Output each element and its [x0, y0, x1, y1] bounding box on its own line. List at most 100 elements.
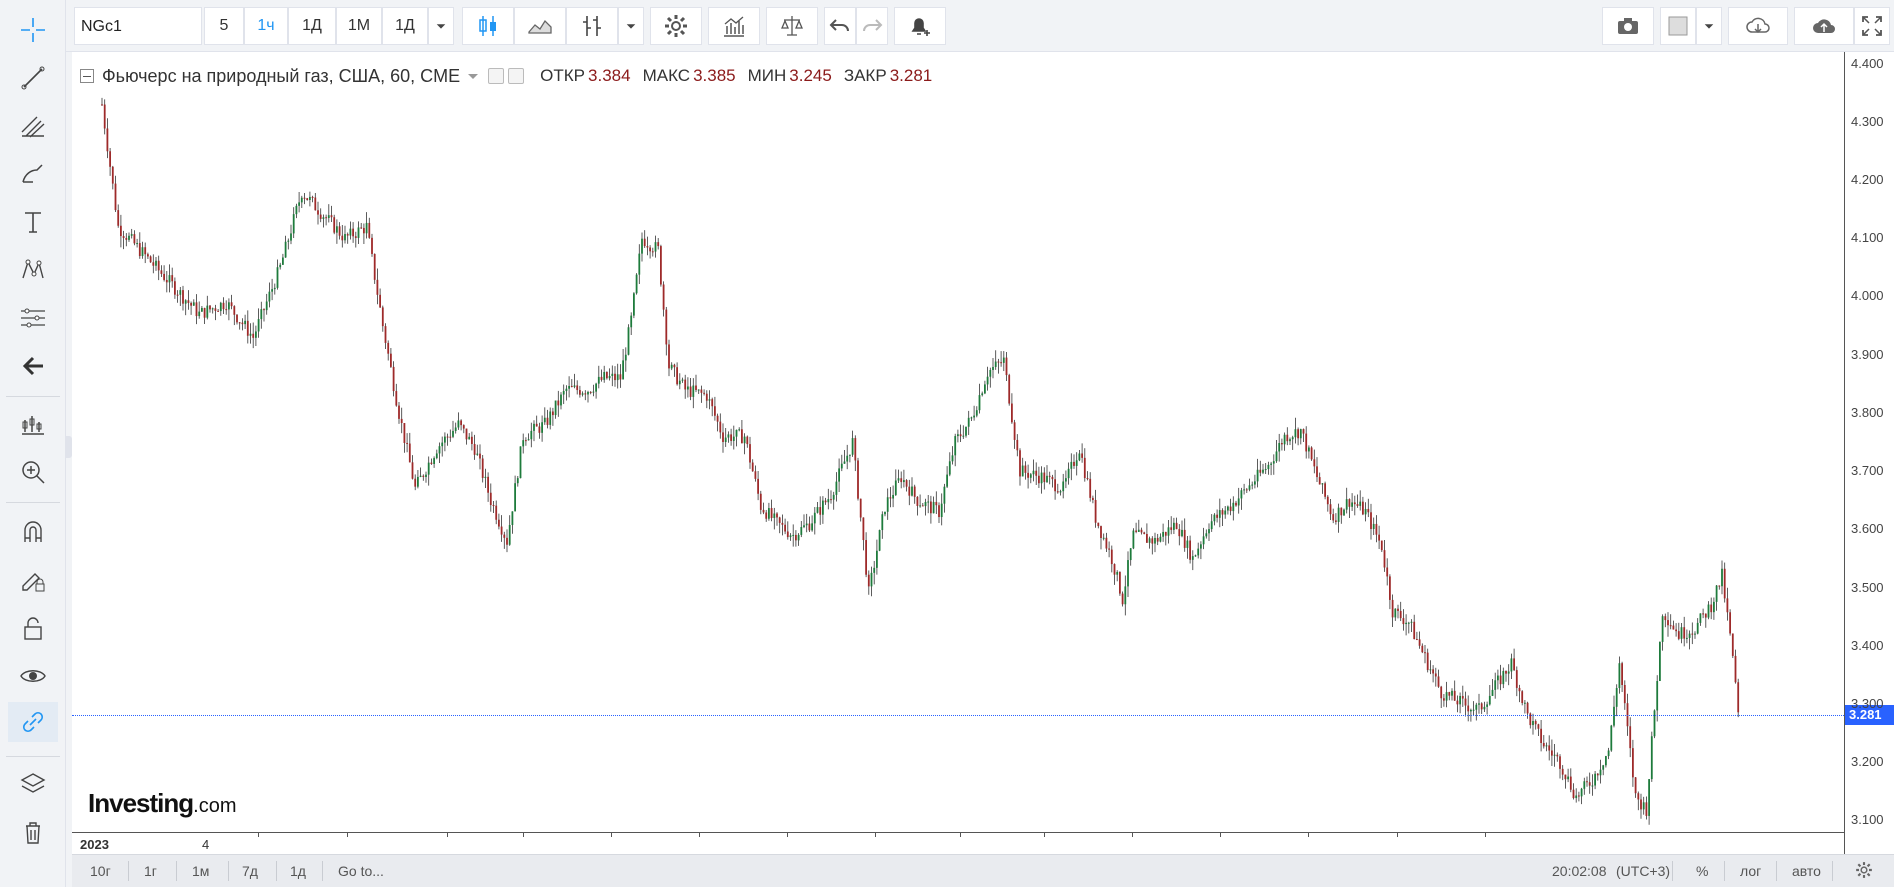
crosshair-icon[interactable] — [8, 10, 58, 50]
candle-body — [1586, 781, 1588, 783]
load-layout-button[interactable] — [1728, 7, 1788, 45]
settings-small-icon[interactable] — [508, 68, 525, 84]
candle-body — [554, 400, 557, 416]
time-axis[interactable]: 2023 4 — [72, 832, 1844, 854]
fib-channel-icon[interactable] — [8, 106, 58, 146]
interval-custom[interactable]: 1Д — [382, 7, 428, 45]
candle-body — [489, 492, 492, 506]
candle-body — [1656, 681, 1659, 711]
lock-drawing-icon[interactable] — [8, 560, 58, 600]
candle-body — [1470, 709, 1472, 712]
candle-body — [641, 238, 643, 254]
range-1m[interactable]: 1м — [192, 863, 209, 879]
undo-icon — [829, 19, 849, 32]
candle-body — [722, 432, 724, 443]
compare-symbols-button[interactable] — [766, 7, 818, 45]
trash-icon[interactable] — [8, 812, 58, 852]
magnet-icon[interactable] — [8, 512, 58, 552]
studies-button[interactable] — [708, 7, 760, 45]
candle-body — [1472, 709, 1475, 711]
candle-body — [805, 523, 808, 526]
range-7d[interactable]: 7д — [242, 863, 258, 879]
candle-body — [130, 234, 133, 236]
candle-body — [681, 379, 684, 381]
fullscreen-button[interactable] — [1854, 7, 1890, 45]
candle-body — [1486, 704, 1488, 707]
candle-body — [803, 525, 805, 528]
alert-button[interactable] — [894, 7, 946, 45]
range-1d[interactable]: 1д — [290, 863, 306, 879]
candle-body — [732, 436, 735, 441]
indicators-button[interactable] — [514, 7, 566, 45]
back-arrow-icon[interactable] — [8, 346, 58, 386]
candle-body — [1127, 560, 1129, 587]
candle-body — [1664, 616, 1667, 621]
interval-dropdown[interactable] — [428, 7, 454, 45]
candle-body — [1726, 598, 1729, 613]
layers-icon[interactable] — [8, 764, 58, 804]
unlock-icon[interactable] — [8, 608, 58, 648]
timezone-button[interactable]: (UTC+3) — [1616, 863, 1670, 879]
measure-icon[interactable] — [8, 404, 58, 444]
candle-body — [1467, 705, 1470, 712]
candle-body — [770, 508, 773, 519]
legend-collapse-button[interactable] — [80, 69, 94, 83]
text-tool-icon[interactable] — [8, 202, 58, 242]
chevron-down-icon — [436, 24, 446, 29]
candle-body — [900, 478, 903, 483]
visibility-icon[interactable] — [488, 68, 505, 84]
percent-toggle[interactable]: % — [1696, 863, 1708, 879]
eye-icon[interactable] — [8, 656, 58, 696]
candle-body — [595, 383, 597, 392]
candles-button[interactable] — [462, 7, 514, 45]
symbol-search-input[interactable]: NGc1 — [74, 7, 202, 45]
candle-body — [1208, 529, 1210, 534]
price-tick: 3.200 — [1851, 754, 1884, 770]
zoom-in-icon[interactable] — [8, 452, 58, 492]
interval-1m[interactable]: 1М — [336, 7, 382, 45]
redo-button[interactable] — [856, 7, 888, 45]
brush-icon[interactable] — [8, 154, 58, 194]
prediction-icon[interactable] — [8, 298, 58, 338]
interval-1d[interactable]: 1Д — [288, 7, 336, 45]
candle-body — [1245, 489, 1248, 491]
candle-body — [1540, 728, 1542, 743]
candle-body — [1337, 507, 1340, 522]
candle-body — [565, 388, 568, 392]
candle-body — [792, 534, 795, 536]
interval-1h[interactable]: 1ч — [244, 7, 288, 45]
link-icon[interactable] — [8, 702, 58, 742]
compare-button[interactable] — [566, 7, 618, 45]
range-1y[interactable]: 1г — [144, 863, 157, 879]
candle-body — [149, 256, 152, 263]
chart-settings-button[interactable] — [1854, 860, 1874, 883]
screenshot-button[interactable] — [1602, 7, 1654, 45]
candle-body — [506, 537, 508, 545]
legend-dropdown-icon[interactable] — [468, 73, 479, 79]
candle-body — [179, 290, 182, 295]
settings-button[interactable] — [650, 7, 702, 45]
chart-pane[interactable] — [72, 52, 1844, 854]
candle-body — [425, 474, 427, 477]
candle-body — [422, 475, 425, 477]
log-toggle[interactable]: лог — [1740, 863, 1761, 879]
pattern-icon[interactable] — [8, 250, 58, 290]
auto-toggle[interactable]: авто — [1792, 863, 1821, 879]
trend-line-icon[interactable] — [8, 58, 58, 98]
layout-dropdown[interactable] — [1696, 7, 1722, 45]
range-10y[interactable]: 10г — [90, 863, 111, 879]
price-axis[interactable]: 3.281 4.400 4.300 4.200 4.100 4.000 3.900 3.80… — [1844, 52, 1894, 854]
candle-body — [1094, 499, 1097, 523]
undo-button[interactable] — [824, 7, 856, 45]
candle-body — [703, 392, 705, 394]
candle-body — [597, 376, 600, 384]
candle-body — [1453, 690, 1456, 701]
save-layout-button[interactable] — [1794, 7, 1854, 45]
interval-5[interactable]: 5 — [204, 7, 244, 45]
chart-type-dropdown[interactable] — [618, 7, 644, 45]
goto-button[interactable]: Go to... — [338, 863, 384, 879]
layout-button[interactable] — [1660, 7, 1696, 45]
candle-body — [1378, 534, 1380, 541]
candle-body — [651, 251, 654, 253]
candle-body — [201, 307, 203, 312]
